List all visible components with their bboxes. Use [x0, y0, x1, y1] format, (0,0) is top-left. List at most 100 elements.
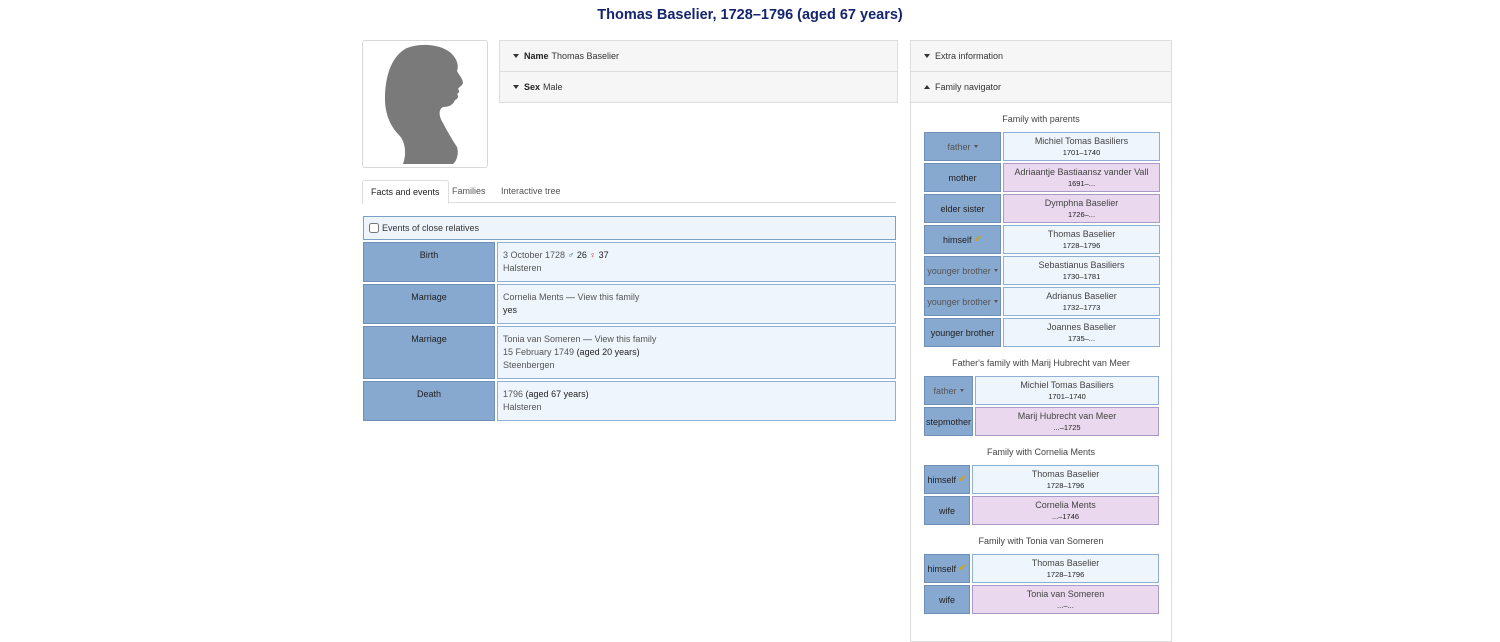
family-member-row: father Michiel Tomas Basiliers 1701–1740 [924, 132, 1171, 161]
person-card[interactable]: Joannes Baselier 1735–... [1003, 318, 1160, 347]
attribute-sex-row[interactable]: Sex Male [500, 72, 897, 102]
fact-value: 1796 (aged 67 years) Halsteren [497, 381, 896, 421]
close-relatives-checkbox[interactable] [369, 223, 379, 233]
checkmark-icon: ✔ [973, 234, 982, 245]
family-navigator-header[interactable]: Family navigator [911, 72, 1171, 103]
age-at-death: (aged 67 years) [525, 389, 589, 399]
person-card[interactable]: Cornelia Ments ...–1746 [972, 496, 1159, 525]
family-member-row: himself ✔ Thomas Baselier 1728–1796 [924, 225, 1171, 254]
page-title: Thomas Baselier, 1728–1796 (aged 67 year… [597, 7, 903, 23]
checkmark-icon: ✔ [958, 474, 967, 485]
person-dates: 1732–1773 [1062, 303, 1101, 312]
person-name: Joannes Baselier [1046, 322, 1117, 332]
caret-down-icon [924, 54, 930, 58]
role-mother: mother [924, 163, 1001, 192]
marriage-status: yes [503, 305, 518, 315]
role-himself: himself ✔ [924, 554, 970, 583]
person-card[interactable]: Thomas Baselier 1728–1796 [972, 465, 1159, 494]
father-age: 26 [576, 250, 587, 260]
female-symbol-icon: ♀ [589, 250, 597, 260]
role-stepmother: stepmother [924, 407, 973, 436]
person-name: Thomas Baselier [1031, 469, 1100, 479]
family-member-row: stepmother Marij Hubrecht van Meer ...–17… [924, 407, 1171, 436]
role-younger-brother[interactable]: younger brother [924, 287, 1001, 316]
family-title: Family with Tonia van Someren [978, 536, 1104, 546]
death-place-link[interactable]: Halsteren [503, 402, 542, 412]
person-name: Dymphna Baselier [1044, 198, 1119, 208]
male-silhouette-icon [385, 44, 463, 164]
name-label: Name [524, 51, 549, 61]
marriage-place-link[interactable]: Steenbergen [503, 360, 555, 370]
person-card[interactable]: Tonia van Someren ...–... [972, 585, 1159, 614]
death-date-link[interactable]: 1796 [503, 389, 523, 399]
marriage-date-link[interactable]: 15 February 1749 [503, 347, 574, 357]
person-card[interactable]: Adriaantje Bastiaansz vander Vall 1691–..… [1003, 163, 1160, 192]
birth-place-link[interactable]: Halsteren [503, 263, 542, 273]
fact-row-death: Death 1796 (aged 67 years) Halsteren [362, 381, 896, 421]
tab-bar: Facts and events Families Interactive tr… [362, 180, 896, 204]
fact-value: Tonia van Someren — View this family 15 … [497, 326, 896, 379]
person-dates: 1728–1796 [1046, 570, 1085, 579]
extra-information-label: Extra information [935, 51, 1004, 61]
fact-label: Marriage [363, 326, 495, 379]
family-member-row: mother Adriaantje Bastiaansz vander Vall… [924, 163, 1171, 192]
person-name: Cornelia Ments [1035, 500, 1096, 510]
attribute-panel: Name Thomas Baselier Sex Male [499, 40, 898, 103]
person-card[interactable]: Sebastianus Basiliers 1730–1781 [1003, 256, 1160, 285]
family-member-row: himself ✔ Thomas Baselier 1728–1796 [924, 554, 1171, 583]
person-card[interactable]: Thomas Baselier 1728–1796 [972, 554, 1159, 583]
person-dates: 1701–1740 [1062, 148, 1101, 157]
person-name: Thomas Baselier [1031, 558, 1100, 568]
silhouette-photo[interactable] [362, 40, 488, 168]
person-card[interactable]: Michiel Tomas Basiliers 1701–1740 [1003, 132, 1160, 161]
person-dates: 1728–1796 [1046, 481, 1085, 490]
family-member-row: wife Cornelia Ments ...–1746 [924, 496, 1171, 525]
person-dates: ...–1725 [1053, 423, 1081, 432]
age-at-marriage: (aged 20 years) [576, 347, 640, 357]
extra-information-header[interactable]: Extra information [911, 41, 1171, 72]
role-younger-brother[interactable]: younger brother [924, 256, 1001, 285]
person-dates: 1728–1796 [1062, 241, 1101, 250]
close-relatives-label: Events of close relatives [382, 223, 480, 233]
person-dates: ...–1746 [1051, 512, 1080, 521]
sex-label: Sex [524, 82, 541, 92]
sidebar: Extra information Family navigator Famil… [910, 40, 1172, 642]
view-family-link[interactable]: View this family [578, 292, 640, 302]
close-relatives-row: Events of close relatives [363, 216, 896, 240]
person-dates: 1730–1781 [1062, 272, 1101, 281]
family-member-row: younger brother Sebastianus Basiliers 173… [924, 256, 1171, 285]
fact-value: 3 October 1728 ♂ 26 ♀ 37 Halsteren [497, 242, 896, 282]
person-name: Adriaantje Bastiaansz vander Vall [1014, 167, 1149, 177]
spouse-link[interactable]: Tonia van Someren [503, 334, 581, 344]
person-card[interactable]: Dymphna Baselier 1726–... [1003, 194, 1160, 223]
role-wife: wife [924, 496, 970, 525]
person-card[interactable]: Marij Hubrecht van Meer ...–1725 [975, 407, 1159, 436]
family-member-row: father Michiel Tomas Basiliers 1701–1740 [924, 376, 1171, 405]
separator: — [563, 292, 578, 302]
person-name: Thomas Baselier [1047, 229, 1116, 239]
family-title: Family with parents [1002, 114, 1080, 124]
person-dates: 1735–... [1067, 334, 1096, 343]
tab-interactive-tree[interactable]: Interactive tree [493, 180, 569, 202]
tab-facts-and-events[interactable]: Facts and events [362, 180, 449, 204]
person-card[interactable]: Adrianus Baselier 1732–1773 [1003, 287, 1160, 316]
person-name: Adrianus Baselier [1046, 291, 1117, 301]
role-father[interactable]: father [924, 376, 973, 405]
person-card[interactable]: Thomas Baselier 1728–1796 [1003, 225, 1160, 254]
family-member-row: elder sister Dymphna Baselier 1726–... [924, 194, 1171, 223]
fact-label: Marriage [363, 284, 495, 324]
role-father[interactable]: father [924, 132, 1001, 161]
role-elder-sister: elder sister [924, 194, 1001, 223]
facts-table: Events of close relatives Birth 3 Octobe… [362, 216, 896, 423]
attribute-name-row[interactable]: Name Thomas Baselier [500, 41, 897, 72]
view-family-link[interactable]: View this family [595, 334, 657, 344]
caret-down-icon [959, 389, 964, 392]
family-member-row: younger brother Adrianus Baselier 1732–17… [924, 287, 1171, 316]
caret-down-icon [513, 54, 519, 58]
tab-families[interactable]: Families [444, 180, 494, 202]
fact-label: Death [363, 381, 495, 421]
birth-date-link[interactable]: 3 October 1728 [503, 250, 565, 260]
caret-down-icon [993, 300, 998, 303]
person-card[interactable]: Michiel Tomas Basiliers 1701–1740 [975, 376, 1159, 405]
spouse-link[interactable]: Cornelia Ments [503, 292, 564, 302]
